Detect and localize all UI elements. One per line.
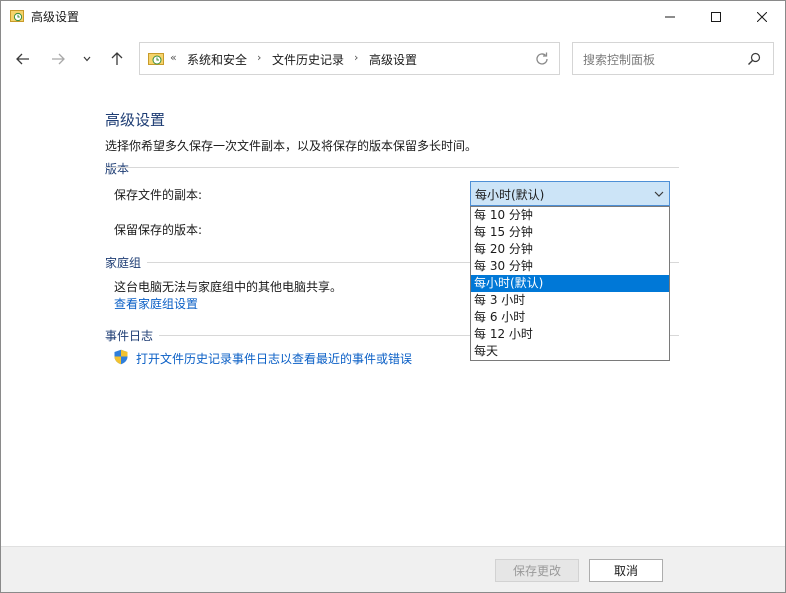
save-frequency-select[interactable]: 每小时(默认) — [470, 181, 670, 206]
save-frequency-options: 每 10 分钟 每 15 分钟 每 20 分钟 每 30 分钟 每小时(默认) … — [470, 206, 670, 361]
maximize-icon — [711, 11, 721, 22]
option-10-minutes[interactable]: 每 10 分钟 — [471, 207, 669, 224]
shield-icon — [114, 349, 128, 365]
option-30-minutes[interactable]: 每 30 分钟 — [471, 258, 669, 275]
versions-heading: 版本 — [105, 162, 130, 176]
back-icon — [16, 53, 29, 65]
save-changes-button[interactable]: 保存更改 — [495, 559, 579, 582]
recent-locations-button[interactable] — [79, 48, 95, 70]
breadcrumb-overflow[interactable]: « — [170, 51, 177, 64]
option-20-minutes[interactable]: 每 20 分钟 — [471, 241, 669, 258]
recent-icon — [83, 56, 91, 62]
option-daily[interactable]: 每天 — [471, 343, 669, 360]
footer-bar: 保存更改 取消 — [1, 546, 785, 592]
search-box[interactable]: 搜索控制面板 — [572, 42, 774, 75]
breadcrumb-separator[interactable]: › — [354, 51, 358, 64]
minimize-button[interactable] — [647, 1, 693, 32]
back-button[interactable] — [12, 48, 34, 70]
main-content: 高级设置 选择你希望多久保存一次文件副本，以及将保存的版本保留多长时间。 版本 … — [1, 84, 785, 546]
maximize-button[interactable] — [693, 1, 739, 32]
cancel-button[interactable]: 取消 — [589, 559, 663, 582]
window-title: 高级设置 — [31, 10, 80, 24]
breadcrumb-separator[interactable]: › — [257, 51, 261, 64]
save-frequency-value: 每小时(默认) — [475, 188, 545, 202]
minimize-icon — [665, 16, 675, 17]
forward-button[interactable] — [47, 48, 69, 70]
option-12-hours[interactable]: 每 12 小时 — [471, 326, 669, 343]
option-hourly-default[interactable]: 每小时(默认) — [471, 275, 669, 292]
up-button[interactable] — [106, 48, 128, 70]
page-description: 选择你希望多久保存一次文件副本，以及将保存的版本保留多长时间。 — [105, 139, 478, 153]
address-bar[interactable]: « 系统和安全 › 文件历史记录 › 高级设置 — [139, 42, 560, 75]
save-copies-label: 保存文件的副本: — [114, 188, 203, 202]
homegroup-heading: 家庭组 — [105, 256, 142, 270]
breadcrumb-system-security[interactable]: 系统和安全 — [187, 51, 247, 68]
window: 高级设置 « 系统和安全 › 文件历史记录 › 高级设置 搜索控制面板 高级设置… — [0, 0, 786, 593]
search-input[interactable]: 搜索控制面板 — [583, 51, 655, 68]
forward-icon — [52, 53, 65, 65]
keep-versions-label: 保留保存的版本: — [114, 223, 203, 237]
control-panel-icon — [148, 53, 164, 65]
view-homegroup-settings-link[interactable]: 查看家庭组设置 — [114, 295, 198, 312]
refresh-icon[interactable] — [533, 50, 551, 68]
eventlog-heading: 事件日志 — [105, 329, 154, 343]
option-3-hours[interactable]: 每 3 小时 — [471, 292, 669, 309]
close-icon — [757, 11, 767, 22]
versions-divider — [105, 167, 679, 168]
breadcrumb-advanced-settings[interactable]: 高级设置 — [369, 51, 417, 68]
chevron-down-icon — [654, 191, 664, 197]
app-icon — [10, 10, 24, 22]
page-title: 高级设置 — [105, 111, 166, 129]
navigation-bar: « 系统和安全 › 文件历史记录 › 高级设置 搜索控制面板 — [1, 32, 785, 84]
close-button[interactable] — [739, 1, 785, 32]
up-icon — [111, 52, 123, 65]
title-bar: 高级设置 — [1, 1, 785, 32]
open-event-log-link[interactable]: 打开文件历史记录事件日志以查看最近的事件或错误 — [136, 350, 412, 367]
option-15-minutes[interactable]: 每 15 分钟 — [471, 224, 669, 241]
breadcrumb-file-history[interactable]: 文件历史记录 — [272, 51, 344, 68]
homegroup-text: 这台电脑无法与家庭组中的其他电脑共享。 — [114, 280, 343, 294]
option-6-hours[interactable]: 每 6 小时 — [471, 309, 669, 326]
search-icon[interactable] — [747, 52, 761, 66]
